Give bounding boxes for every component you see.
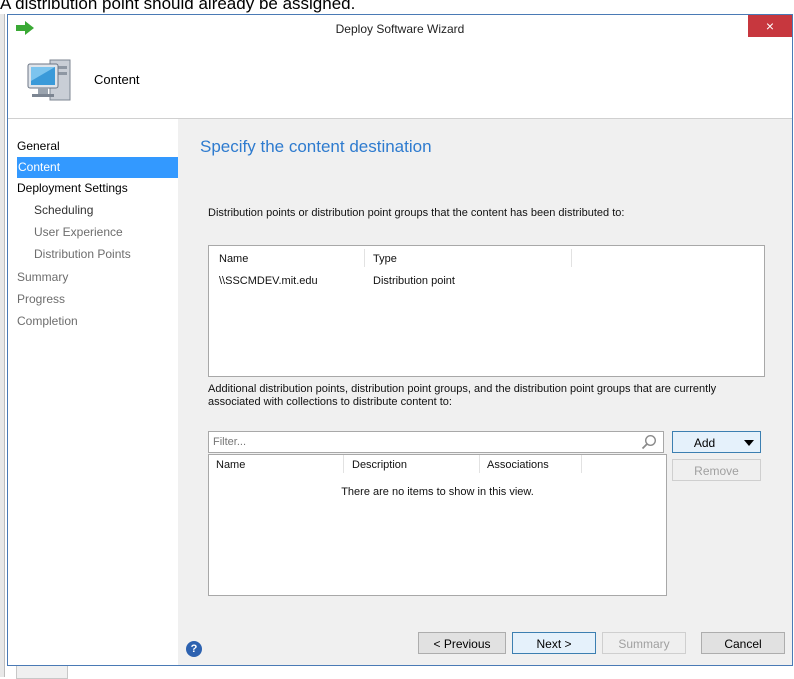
close-button[interactable]: × xyxy=(748,15,792,37)
column-header-description[interactable]: Description xyxy=(352,459,407,471)
add-button[interactable]: Add xyxy=(672,431,761,453)
column-separator xyxy=(571,249,572,267)
background-left-edge xyxy=(0,14,5,677)
nav-item-distribution-points[interactable]: Distribution Points xyxy=(8,244,178,265)
additional-list[interactable]: Name Description Associations There are … xyxy=(208,454,667,596)
column-header-name[interactable]: Name xyxy=(216,459,245,471)
column-separator xyxy=(364,249,365,267)
wizard-nav: General Content Deployment Settings Sche… xyxy=(8,119,178,665)
nav-item-summary[interactable]: Summary xyxy=(8,267,178,288)
row-type-cell: Distribution point xyxy=(373,275,455,287)
remove-button[interactable]: Remove xyxy=(672,459,761,481)
page-header: Content xyxy=(8,42,792,119)
page-header-title: Content xyxy=(94,72,140,87)
title-bar[interactable]: Deploy Software Wizard × xyxy=(8,15,792,42)
search-icon[interactable] xyxy=(641,434,657,450)
window-title: Deploy Software Wizard xyxy=(335,22,465,36)
nav-item-scheduling[interactable]: Scheduling xyxy=(8,200,178,221)
computer-icon xyxy=(27,59,71,101)
page-title: Specify the content destination xyxy=(200,137,432,156)
summary-button[interactable]: Summary xyxy=(602,632,686,654)
nav-item-user-experience[interactable]: User Experience xyxy=(8,222,178,243)
column-separator xyxy=(581,455,582,473)
column-header-name[interactable]: Name xyxy=(219,253,248,265)
nav-item-completion[interactable]: Completion xyxy=(8,311,178,332)
nav-item-content[interactable]: Content xyxy=(17,157,178,178)
nav-item-deployment-settings[interactable]: Deployment Settings xyxy=(8,178,178,199)
additional-label: Additional distribution points, distribu… xyxy=(208,383,717,408)
column-separator xyxy=(343,455,344,473)
deploy-software-wizard-dialog: Deploy Software Wizard × Content General… xyxy=(7,14,793,666)
nav-item-general[interactable]: General xyxy=(8,136,178,157)
column-header-type[interactable]: Type xyxy=(373,253,397,265)
main-panel: Specify the content destination Distribu… xyxy=(178,119,792,665)
chevron-down-icon xyxy=(744,440,754,446)
distributed-list[interactable]: Name Type \\SSCMDEV.mit.edu Distribution… xyxy=(208,245,765,377)
empty-list-message: There are no items to show in this view. xyxy=(341,486,534,498)
column-header-associations[interactable]: Associations xyxy=(487,459,549,471)
nav-item-progress[interactable]: Progress xyxy=(8,289,178,310)
cancel-button[interactable]: Cancel xyxy=(701,632,785,654)
background-top-text: A distribution point should already be a… xyxy=(0,0,356,13)
row-name-cell: \\SSCMDEV.mit.edu xyxy=(219,275,318,287)
previous-button[interactable]: < Previous xyxy=(418,632,506,654)
next-button[interactable]: Next > xyxy=(512,632,596,654)
column-separator xyxy=(479,455,480,473)
filter-input[interactable] xyxy=(213,435,633,449)
close-icon: × xyxy=(765,18,775,34)
help-icon[interactable]: ? xyxy=(186,641,202,657)
distributed-label: Distribution points or distribution poin… xyxy=(208,207,625,219)
add-button-label: Add xyxy=(693,436,716,450)
filter-box[interactable] xyxy=(208,431,664,453)
